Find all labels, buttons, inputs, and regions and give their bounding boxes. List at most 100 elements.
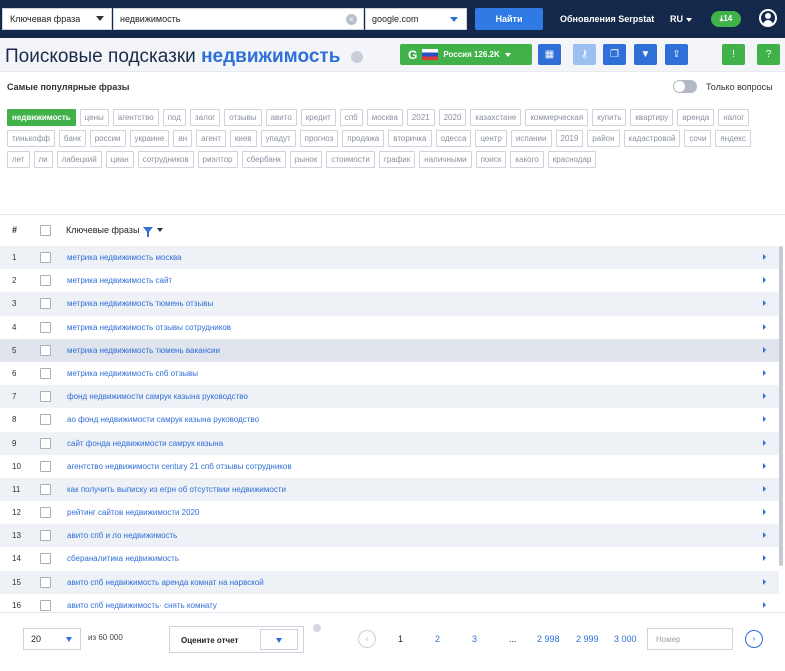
- updates-link[interactable]: Обновления Serpstat: [560, 14, 654, 24]
- keyword-link[interactable]: авито спб недвижимость· снять комнату: [67, 601, 217, 610]
- table-row[interactable]: 5 метрика недвижимость тюмень вакансии: [0, 338, 779, 362]
- row-checkbox[interactable]: [40, 553, 51, 565]
- chevron-right-icon[interactable]: [763, 485, 766, 492]
- tag-item[interactable]: спб: [339, 109, 363, 126]
- region-button[interactable]: G Россия 126.2K: [400, 44, 532, 65]
- row-checkbox[interactable]: [40, 344, 51, 356]
- search-engine-select[interactable]: google.com: [365, 8, 467, 30]
- page-number-input[interactable]: Номер: [647, 628, 733, 650]
- tag-item[interactable]: 2020: [438, 109, 467, 126]
- tag-item[interactable]: аренда: [677, 109, 715, 126]
- chevron-right-icon[interactable]: [763, 578, 766, 585]
- tag-item[interactable]: какого: [510, 151, 544, 168]
- chevron-right-icon[interactable]: [763, 393, 766, 400]
- page-2[interactable]: 2: [435, 634, 440, 644]
- page-2998[interactable]: 2 998: [537, 634, 560, 644]
- row-checkbox[interactable]: [40, 321, 51, 333]
- row-checkbox[interactable]: [40, 460, 51, 472]
- tag-item[interactable]: центр: [475, 130, 507, 147]
- tag-item[interactable]: наличными: [419, 151, 472, 168]
- table-row[interactable]: 10 агентство недвижимости century 21 спб …: [0, 455, 779, 478]
- chevron-right-icon[interactable]: [763, 323, 766, 330]
- tag-item[interactable]: упадут: [260, 130, 296, 147]
- table-row[interactable]: 6 метрика недвижимость спб отзывы: [0, 362, 779, 385]
- page-1[interactable]: 1: [398, 634, 403, 644]
- tag-item[interactable]: краснодар: [547, 151, 597, 168]
- keyword-link[interactable]: авито спб недвижимость аренда комнат на …: [67, 578, 264, 587]
- row-checkbox[interactable]: [40, 507, 51, 519]
- tag-item[interactable]: рынок: [289, 151, 323, 168]
- tag-item[interactable]: авито: [265, 109, 297, 126]
- tag-item[interactable]: испании: [510, 130, 552, 147]
- tag-item[interactable]: агентство: [112, 109, 159, 126]
- row-checkbox[interactable]: [40, 576, 51, 588]
- tag-item[interactable]: цены: [79, 109, 109, 126]
- calendar-icon[interactable]: ▦: [538, 44, 561, 65]
- keyword-link[interactable]: агентство недвижимости century 21 спб от…: [67, 462, 292, 471]
- tag-item[interactable]: сотрудников: [137, 151, 194, 168]
- tag-item[interactable]: прогноз: [299, 130, 339, 147]
- keyword-link[interactable]: сбераналитика недвижимость: [67, 554, 179, 563]
- chevron-right-icon[interactable]: [763, 277, 766, 284]
- tag-item[interactable]: сочи: [684, 130, 712, 147]
- keyword-link[interactable]: фонд недвижимости самрук казына руководс…: [67, 392, 248, 401]
- row-checkbox[interactable]: [40, 483, 51, 495]
- tag-item[interactable]: 2021: [406, 109, 435, 126]
- page-3[interactable]: 3: [472, 634, 477, 644]
- table-row[interactable]: 11 как получить выписку из егрн об отсутс…: [0, 477, 779, 502]
- chevron-right-icon[interactable]: [763, 601, 766, 608]
- chevron-right-icon[interactable]: [763, 532, 766, 539]
- column-keywords-header[interactable]: Ключевые фразы: [66, 225, 164, 237]
- tag-item[interactable]: квартиру: [630, 109, 674, 126]
- chevron-right-icon[interactable]: [763, 346, 766, 353]
- tag-item[interactable]: район: [587, 130, 620, 147]
- tag-item[interactable]: коммерческая: [525, 109, 589, 126]
- credits-badge[interactable]: ⤓14: [711, 11, 741, 27]
- table-row[interactable]: 9 сайт фонда недвижимости самрук казына: [0, 431, 779, 455]
- keyword-link[interactable]: сайт фонда недвижимости самрук казына: [67, 439, 223, 448]
- tag-item[interactable]: вторичка: [388, 130, 432, 147]
- tag-item[interactable]: ли: [33, 151, 53, 168]
- language-select[interactable]: RU: [670, 14, 692, 24]
- table-row[interactable]: 8 ао фонд недвижимости самрук казына руко…: [0, 408, 779, 431]
- row-checkbox[interactable]: [40, 414, 51, 426]
- chevron-right-icon[interactable]: [763, 439, 766, 446]
- tag-item[interactable]: стоимости: [326, 151, 375, 168]
- tag-item[interactable]: риэлтор: [197, 151, 238, 168]
- table-row[interactable]: 14 сбераналитика недвижимость: [0, 547, 779, 570]
- tag-item[interactable]: украине: [129, 130, 170, 147]
- keyword-link[interactable]: метрика недвижимость сайт: [67, 276, 172, 285]
- tag-item[interactable]: киев: [229, 130, 257, 147]
- prev-page-button[interactable]: ‹: [358, 630, 376, 648]
- tag-item[interactable]: агент: [196, 130, 226, 147]
- row-checkbox[interactable]: [40, 298, 51, 310]
- keyword-link[interactable]: метрика недвижимость спб отзывы: [67, 369, 198, 378]
- keyword-link[interactable]: ао фонд недвижимости самрук казына руков…: [67, 415, 259, 424]
- find-button[interactable]: Найти: [475, 8, 543, 30]
- keyword-link[interactable]: метрика недвижимость отзывы сотрудников: [67, 323, 231, 332]
- table-row[interactable]: 1 метрика недвижимость москва: [0, 246, 779, 270]
- keyword-link[interactable]: авито спб и ло недвижимость: [67, 531, 177, 540]
- chevron-right-icon[interactable]: [763, 369, 766, 376]
- row-checkbox[interactable]: [40, 391, 51, 403]
- row-checkbox[interactable]: [40, 530, 51, 542]
- tag-item[interactable]: график: [378, 151, 416, 168]
- tag-item[interactable]: недвижимость: [7, 109, 76, 126]
- tag-item[interactable]: тинькофф: [7, 130, 55, 147]
- tag-item[interactable]: под: [162, 109, 186, 126]
- filter-icon[interactable]: ▼: [634, 44, 657, 65]
- tag-item[interactable]: отзывы: [224, 109, 262, 126]
- table-row[interactable]: 15 авито спб недвижимость аренда комнат н…: [0, 570, 779, 594]
- tag-item[interactable]: кадастровой: [623, 130, 681, 147]
- tag-item[interactable]: залог: [189, 109, 221, 126]
- page-2999[interactable]: 2 999: [576, 634, 599, 644]
- key-icon[interactable]: ⚷: [573, 44, 596, 65]
- tag-item[interactable]: одесса: [435, 130, 472, 147]
- chevron-right-icon[interactable]: [763, 462, 766, 469]
- search-type-select[interactable]: Ключевая фраза: [2, 8, 112, 30]
- tag-item[interactable]: ан: [173, 130, 193, 147]
- tag-item[interactable]: продажа: [342, 130, 385, 147]
- keyword-link[interactable]: метрика недвижимость тюмень отзывы: [67, 299, 213, 308]
- row-checkbox[interactable]: [40, 599, 51, 611]
- row-checkbox[interactable]: [40, 367, 51, 379]
